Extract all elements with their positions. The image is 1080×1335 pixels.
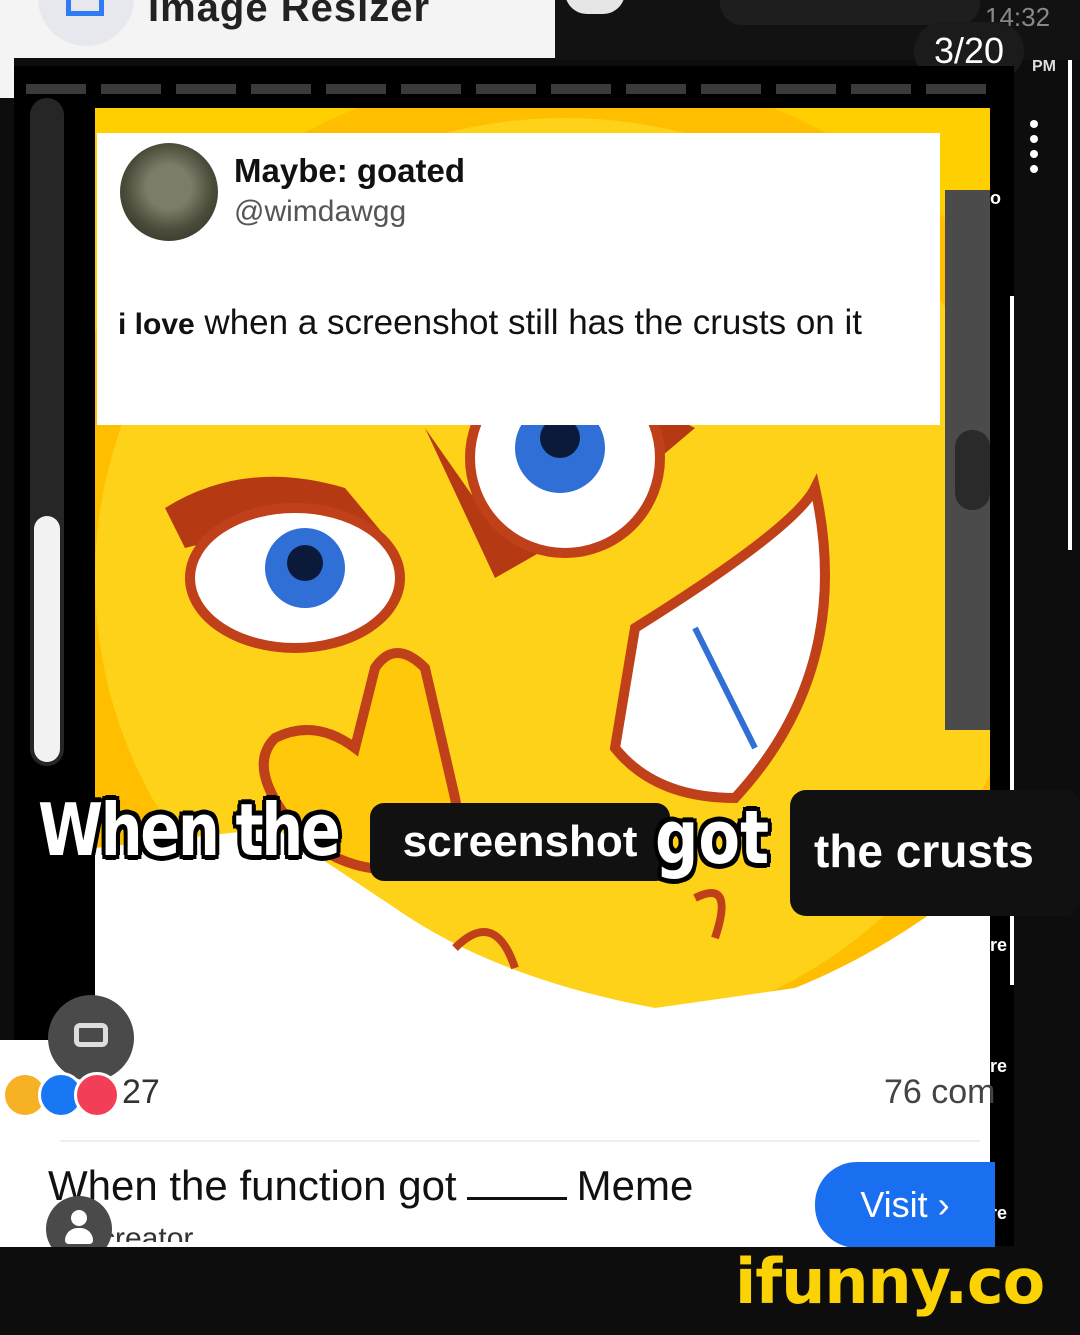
caption-when-the: When the — [38, 788, 341, 872]
comments-count[interactable]: 76 com — [884, 1073, 996, 1112]
tweet-text-bold: i love — [118, 308, 195, 341]
tweet-text-rest: when a screenshot still has the crusts o… — [194, 303, 862, 342]
tweet-handle: @wimdawgg — [234, 195, 407, 228]
status-ampm: PM — [1032, 58, 1056, 75]
caption-screenshot-label: screenshot — [370, 803, 670, 881]
tweet-display-name: Maybe: goated — [234, 152, 466, 189]
tweet-text: i love when a screenshot still has the c… — [118, 297, 918, 350]
caption-the-crusts-box: the crusts — [790, 790, 1080, 916]
post-caption-c: creator — [100, 1222, 194, 1242]
top-app-bar: Image Resizer — [0, 0, 555, 58]
reaction-love-icon — [74, 1072, 120, 1118]
ifunny-watermark: ifunny.co — [735, 1245, 1045, 1318]
right-divider-2 — [1068, 60, 1072, 550]
divider — [60, 1140, 980, 1142]
caption-the-crusts: the crusts — [814, 825, 1034, 877]
post-caption-b: Meme — [576, 1162, 694, 1209]
left-edge-strip — [0, 58, 14, 98]
post-caption: When the function got Meme — [48, 1162, 693, 1210]
scroll-thumb[interactable] — [34, 516, 60, 762]
avatar[interactable] — [120, 143, 218, 241]
visit-button[interactable]: Visit › — [815, 1162, 995, 1248]
app-title: Image Resizer — [148, 0, 431, 30]
right-divider-1 — [1010, 296, 1014, 808]
reaction-icons[interactable] — [0, 1072, 120, 1122]
side-label-o: o — [990, 188, 1001, 208]
tweet-card — [97, 133, 940, 425]
side-label-re-1: re — [990, 935, 1008, 955]
camera-icon[interactable] — [48, 995, 134, 1081]
right-side-knob — [955, 430, 990, 510]
story-progress-dashes — [26, 84, 986, 94]
caption-blank — [466, 1191, 567, 1200]
post-caption-a: When the function got — [48, 1162, 457, 1209]
resizer-icon-glyph — [66, 0, 104, 16]
caption-got: got — [655, 795, 770, 881]
reaction-count[interactable]: 27 — [122, 1073, 160, 1112]
menu-dots-icon[interactable] — [1030, 120, 1040, 180]
